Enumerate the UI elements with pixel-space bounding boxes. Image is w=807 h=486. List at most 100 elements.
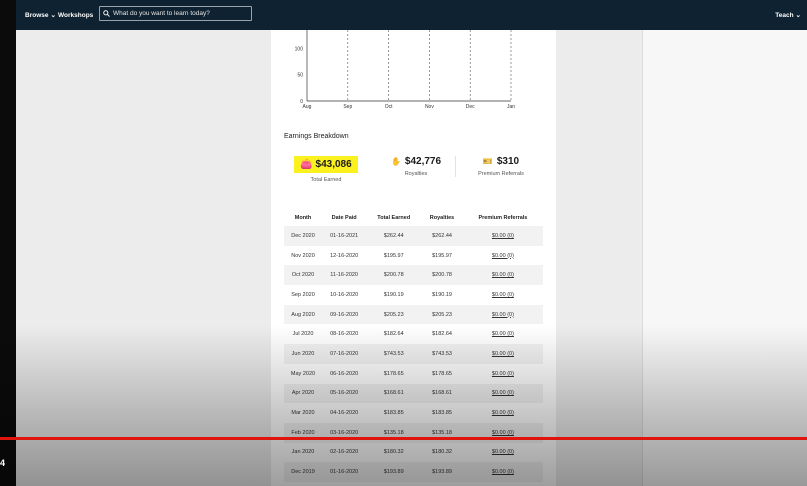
y-tick-label: 0: [300, 99, 303, 105]
table-row: Dec 2019 01-16-2020 $193.89 $193.89 $0.00 (0…: [284, 462, 543, 482]
search-icon: [103, 10, 110, 17]
table-cell: $180.32: [383, 449, 404, 456]
premium-referrals-link[interactable]: $0.00 (0): [462, 265, 543, 286]
table-cell: $180.32: [432, 449, 452, 456]
table-cell: Jan 2020: [291, 449, 315, 456]
column-header: Premium Referrals: [478, 215, 528, 221]
table-cell: $190.19: [432, 291, 452, 298]
table-cell: 12-16-2020: [330, 252, 359, 259]
video-left-edge: [0, 0, 16, 486]
table-cell: 11-16-2020: [322, 265, 367, 286]
table-cell: Mar 2020: [291, 410, 315, 417]
earnings-panel: Aug Sep Oct Nov Dec Jan 0 50 100 Earnings Breakd…: [271, 30, 556, 486]
table-cell: $183.85: [432, 410, 452, 417]
browse-menu[interactable]: Browse ⌄: [25, 11, 56, 20]
table-cell: Sep 2020: [291, 291, 315, 298]
y-tick-label: 100: [295, 46, 304, 52]
table-cell: Aug 2020: [284, 304, 322, 325]
table-row: Mar 2020 04-16-2020 $183.85 $183.85 $0.00 (0…: [284, 403, 543, 423]
total-earned-value: $43,086: [315, 159, 352, 170]
ticket-icon: 🎫: [482, 157, 493, 166]
chevron-down-icon: ⌄: [795, 12, 801, 19]
table-cell: Jul 2020: [292, 331, 314, 338]
table-cell: 05-16-2020: [322, 383, 367, 404]
right-side-panel: [642, 30, 807, 486]
table-cell: Oct 2020: [284, 265, 322, 286]
premium-referrals-link[interactable]: $0.00 (0): [462, 304, 543, 325]
total-earned-stat: 👛 $43,086 Total Earned: [281, 156, 371, 183]
total-earned-label: Total Earned: [310, 177, 342, 183]
premium-referrals-link[interactable]: $0.00 (0): [463, 443, 543, 463]
table-cell: $200.78: [421, 265, 463, 286]
column-header: Royalties: [429, 215, 455, 221]
table-cell: 10-16-2020: [330, 291, 359, 298]
earnings-chart: Aug Sep Oct Nov Dec Jan 0 50 100: [295, 30, 515, 110]
earnings-table: Month Date Paid Total Earned Royalties Premi…: [284, 210, 543, 482]
table-cell: 04-16-2020: [330, 410, 359, 417]
browse-label: Browse: [25, 11, 49, 19]
table-cell: $743.53: [421, 344, 463, 364]
workshops-link[interactable]: Workshops: [58, 12, 93, 19]
x-tick-label: Nov: [425, 104, 434, 110]
table-cell: 06-16-2020: [330, 370, 359, 377]
premium-referrals-link[interactable]: $0.00 (0): [463, 364, 543, 384]
table-cell: $205.23: [421, 304, 463, 325]
column-header: Total Earned: [377, 215, 411, 221]
table-cell: $262.44: [421, 226, 463, 246]
table-cell: $743.53: [366, 344, 422, 364]
premium-referrals-link[interactable]: $0.00 (0): [462, 462, 543, 482]
table-row: Jul 2020 08-16-2020 $182.64 $182.64 $0.00 (0…: [284, 324, 543, 344]
total-earned-highlight: 👛 $43,086: [294, 156, 358, 173]
table-row: Jan 2020 02-16-2020 $180.32 $180.32 $0.00 (0…: [284, 443, 543, 463]
table-row: Apr 2020 05-16-2020 $168.61 $168.61 $0.00 (0…: [284, 383, 543, 404]
premium-referrals-link[interactable]: $0.00 (0): [463, 324, 543, 344]
video-timestamp: 4: [0, 458, 6, 468]
table-row: Nov 2020 12-16-2020 $195.97 $195.97 $0.00 (0…: [284, 246, 543, 266]
premium-referrals-stat: 🎫 $310 Premium Referrals: [455, 156, 546, 177]
column-header: Date Paid: [331, 215, 357, 221]
y-tick-label: 50: [297, 73, 303, 79]
search-input[interactable]: [113, 10, 248, 17]
premium-referrals-link[interactable]: $0.00 (0): [463, 403, 543, 423]
table-cell: 02-16-2020: [330, 449, 359, 456]
table-cell: Dec 2020: [284, 226, 322, 246]
chevron-down-icon: ⌄: [50, 12, 56, 19]
x-tick-label: Sep: [343, 104, 352, 110]
x-tick-label: Aug: [303, 104, 312, 110]
hand-coin-icon: ✋: [390, 157, 401, 166]
table-cell: $190.19: [383, 291, 404, 298]
top-navigation-bar: Browse ⌄ Workshops Teach ⌄: [16, 0, 807, 30]
teach-menu[interactable]: Teach ⌄: [775, 11, 801, 20]
table-cell: $168.61: [421, 383, 463, 404]
table-cell: Nov 2020: [291, 252, 315, 259]
table-cell: $195.97: [383, 252, 404, 259]
royalties-value: $42,776: [404, 156, 442, 167]
table-cell: Jun 2020: [284, 344, 322, 364]
table-cell: $205.23: [366, 304, 422, 325]
table-row: May 2020 06-16-2020 $178.65 $178.65 $0.00 (0…: [284, 364, 543, 384]
premium-referrals-link[interactable]: $0.00 (0): [462, 383, 543, 404]
table-header-row: Month Date Paid Total Earned Royalties Premi…: [284, 210, 543, 226]
x-tick-label: Dec: [466, 104, 475, 110]
table-cell: $193.89: [421, 462, 463, 482]
table-row: Aug 2020 09-16-2020 $205.23 $205.23 $0.00 (0…: [284, 304, 543, 325]
royalties-label: Royalties: [404, 171, 428, 177]
column-header: Month: [294, 215, 312, 221]
table-cell: $178.65: [432, 370, 452, 377]
table-cell: $200.78: [366, 265, 422, 286]
video-progress-bar[interactable]: [0, 437, 807, 440]
table-cell: 09-16-2020: [322, 304, 367, 325]
table-cell: $182.64: [383, 331, 404, 338]
premium-referrals-link[interactable]: $0.00 (0): [463, 285, 543, 305]
table-cell: 08-16-2020: [330, 331, 359, 338]
premium-referrals-link[interactable]: $0.00 (0): [463, 246, 543, 266]
x-tick-label: Jan: [507, 104, 515, 110]
premium-referrals-link[interactable]: $0.00 (0): [462, 344, 543, 364]
premium-referrals-link[interactable]: $0.00 (0): [462, 226, 543, 246]
premium-referrals-value: $310: [496, 156, 520, 167]
wallet-icon: 👛: [300, 159, 313, 170]
teach-label: Teach: [775, 11, 794, 19]
table-cell: $168.61: [366, 383, 422, 404]
search-box[interactable]: [99, 6, 252, 21]
earnings-breakdown-title: Earnings Breakdown: [284, 133, 349, 140]
